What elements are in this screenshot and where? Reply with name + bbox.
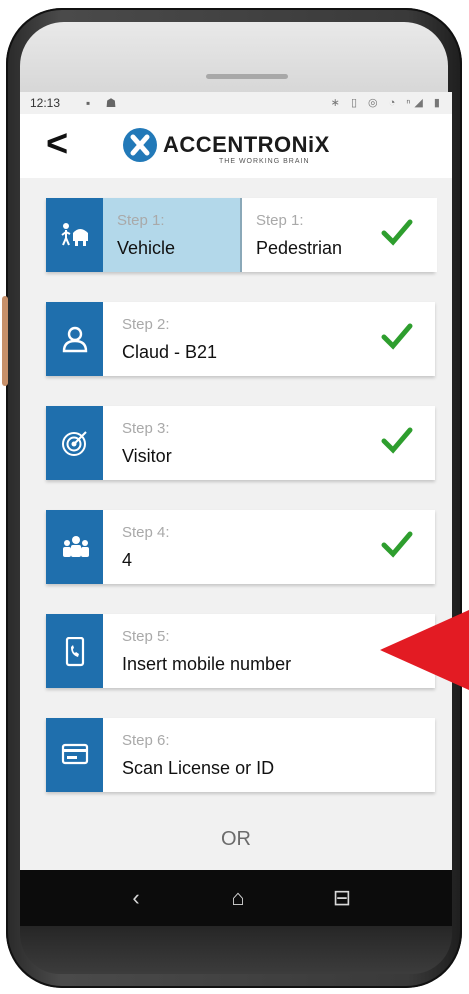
step-6-card[interactable]: Step 6: Scan License or ID [46,718,435,792]
phone-bottom-bezel [20,926,452,974]
nav-recents-button[interactable]: ⊟ [328,884,356,912]
pedestrian-vehicle-icon [46,198,103,272]
step-label: Step 5: [122,628,170,645]
target-icon [46,406,103,480]
check-icon [381,531,413,558]
or-divider-text: OR [221,828,251,850]
step-5-card[interactable]: Step 5: Insert mobile number [46,614,435,688]
check-icon [381,427,413,454]
nav-home-button[interactable]: ⌂ [224,884,252,912]
mobile-phone-icon [46,614,103,688]
check-icon [381,219,413,246]
step-value: Pedestrian [256,238,343,258]
step-value: Claud - B21 [122,342,218,362]
step-value: Vehicle [117,238,176,258]
back-button[interactable]: < [46,124,68,164]
status-time: 12:13 [30,96,61,110]
step-label: Step 6: [122,732,170,749]
step-label: Step 2: [122,316,170,333]
logo-text: ACCENTRONiX [163,132,330,157]
step-value: 4 [122,550,133,570]
step-label: Step 1: [256,212,304,229]
status-bar: 12:13 ▪ ☗ ∗ ▯ ◎ ◔ ⁿ◢ ▮ [20,92,452,114]
id-card-icon [46,718,103,792]
logo-mark-icon [123,128,157,162]
side-button [2,296,8,386]
earpiece-speaker [206,74,288,79]
nav-back-button[interactable]: ‹ [122,884,150,912]
step-1-card: Step 1: Vehicle Step 1: Pedestrian [46,198,437,272]
option-vehicle[interactable]: Step 1: Vehicle [103,198,240,272]
step-value: Visitor [122,446,172,466]
step-label: Step 1: [117,212,165,229]
step-value: Insert mobile number [122,654,292,674]
system-status-icons: ∗ ▯ ◎ ◔ ⁿ◢ ▮ [330,97,444,109]
step-2-card[interactable]: Step 2: Claud - B21 [46,302,435,376]
user-icon [46,302,103,376]
step-value: Scan License or ID [122,758,275,778]
check-icon [381,323,413,350]
group-icon [46,510,103,584]
step-3-card[interactable]: Step 3: Visitor [46,406,435,480]
step-label: Step 3: [122,420,170,437]
step-label: Step 4: [122,524,170,541]
step-4-card[interactable]: Step 4: 4 [46,510,435,584]
logo-tagline: THE WORKING BRAIN [219,158,310,165]
android-nav-bar: ‹ ⌂ ⊟ [20,870,452,926]
app-header: < ACCENTRONiX THE WORKING BRAIN [20,114,452,178]
notification-icons: ▪ ☗ [86,96,123,110]
pointer-arrow-icon [380,610,469,690]
app-screen: 12:13 ▪ ☗ ∗ ▯ ◎ ◔ ⁿ◢ ▮ < ACCENTRONiX THE… [20,92,452,870]
